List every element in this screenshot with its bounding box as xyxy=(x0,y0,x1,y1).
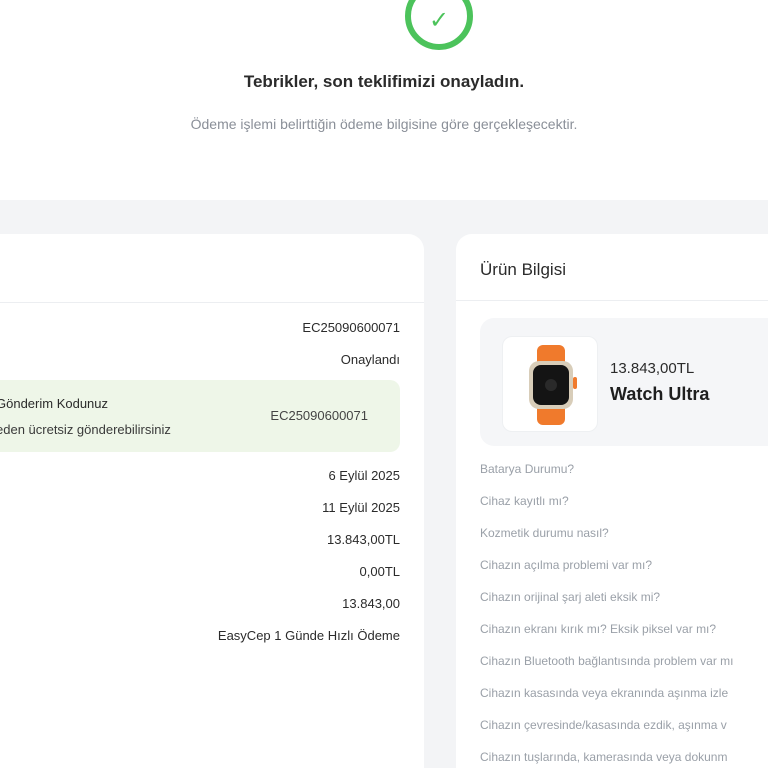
question-item: Cihazın açılma problemi var mı? xyxy=(480,558,653,572)
total-value: 13.843,00 xyxy=(342,596,400,611)
status-headline: Tebrikler, son teklifimizi onayladın. xyxy=(243,72,525,91)
shipping-code-box: Gönderim Kodunuz eden ücretsiz gönderebi… xyxy=(0,380,400,452)
question-item: Batarya Durumu? xyxy=(480,462,575,476)
card-divider xyxy=(0,302,424,303)
order-date-value: 6 Eylül 2025 xyxy=(328,468,400,483)
payment-date-value: 11 Eylül 2025 xyxy=(322,500,400,515)
order-number-value: EC25090600071 xyxy=(302,320,400,335)
order-details-card: EC25090600071 Onaylandı Gönderim Kodunuz… xyxy=(0,234,424,768)
success-check-icon: ✓ xyxy=(405,0,473,50)
order-status-value: Onaylandı xyxy=(340,352,400,367)
product-name: Watch Ultra xyxy=(610,384,710,404)
question-item: Kozmetik durumu nasıl? xyxy=(480,526,609,540)
status-subline: Ödeme işlemi belirttiğin ödeme bilgisine… xyxy=(190,116,578,132)
payment-method-value: EasyCep 1 Günde Hızlı Ödeme xyxy=(217,628,400,643)
product-info-card: Ürün Bilgisi 13.843,00TL Watch Ultra Bat… xyxy=(456,234,768,768)
question-item: Cihazın Bluetooth bağlantısında problem … xyxy=(480,654,734,668)
shipping-code-title: Gönderim Kodunuz xyxy=(0,396,109,411)
question-item: Cihazın tuşlarında, kamerasında veya dok… xyxy=(480,750,728,764)
question-item: Cihazın kasasında veya ekranında aşınma … xyxy=(480,686,729,700)
product-section-title: Ürün Bilgisi xyxy=(480,260,566,279)
product-image xyxy=(502,336,598,432)
card-divider xyxy=(456,300,768,301)
question-item: Cihazın orijinal şarj aleti eksik mi? xyxy=(480,590,661,604)
status-header: ✓ Tebrikler, son teklifimizi onayladın. … xyxy=(0,0,768,200)
product-summary: 13.843,00TL Watch Ultra xyxy=(480,318,768,446)
question-item: Cihazın çevresinde/kasasında ezdik, aşın… xyxy=(480,718,727,732)
offer-price-value: 13.843,00TL xyxy=(326,532,400,547)
question-item: Cihazın ekranı kırık mı? Eksik piksel va… xyxy=(480,622,717,636)
shipping-code-note: eden ücretsiz gönderebilirsiniz xyxy=(0,422,171,437)
question-item: Cihaz kayıtlı mı? xyxy=(480,494,569,508)
fee-value: 0,00TL xyxy=(359,564,400,579)
product-price: 13.843,00TL xyxy=(610,360,695,377)
shipping-code-value: EC25090600071 xyxy=(270,408,368,423)
watch-icon xyxy=(529,345,577,425)
